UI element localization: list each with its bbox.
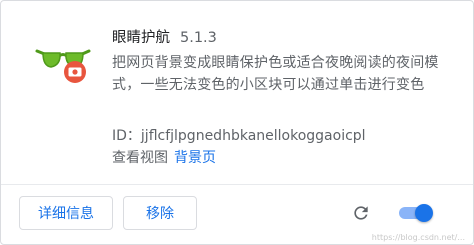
inspect-views-label: 查看视图: [112, 150, 168, 166]
watermark: https://blog.csdn.net/...: [371, 233, 465, 242]
extension-description: 把网页背景变成眼睛保护色或适合夜晚阅读的夜间模式，一些无法变色的小区块可以通过单…: [112, 55, 439, 93]
extension-version: 5.1.3: [180, 30, 217, 46]
background-page-link[interactable]: 背景页: [174, 150, 216, 166]
details-button[interactable]: 详细信息: [19, 196, 113, 230]
divider: [1, 184, 473, 185]
sunglasses-eye-icon: [35, 49, 91, 83]
extension-title: 眼睛护航 5.1.3: [112, 26, 217, 47]
extension-id: ID：jjflcfjlpgnedhbkanellokoggaoicpl: [112, 125, 366, 145]
extension-name: 眼睛护航: [112, 30, 170, 46]
extension-id-label: ID：: [112, 128, 141, 144]
toggle-knob: [415, 204, 433, 222]
extension-id-value: jjflcfjlpgnedhbkanellokoggaoicpl: [140, 128, 366, 144]
remove-button[interactable]: 移除: [123, 196, 197, 230]
reload-icon[interactable]: [351, 203, 371, 223]
enable-toggle[interactable]: [397, 204, 433, 222]
extension-card: 眼睛护航 5.1.3 把网页背景变成眼睛保护色或适合夜晚阅读的夜间模式，一些无法变…: [0, 0, 474, 245]
inspect-views: 查看视图 背景页: [112, 147, 216, 167]
